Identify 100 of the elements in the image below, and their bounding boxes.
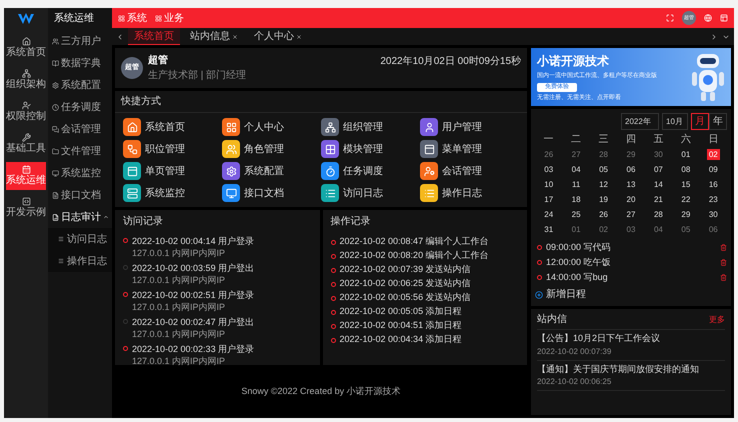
- calendar-day[interactable]: 21: [652, 194, 665, 205]
- shortcut-link[interactable]: 系统首页: [123, 118, 222, 136]
- calendar-day[interactable]: 22: [679, 194, 692, 205]
- submenu-item[interactable]: 任务调度: [48, 96, 112, 118]
- globe-icon[interactable]: [704, 14, 712, 22]
- mode-toggle[interactable]: 年: [709, 113, 727, 130]
- delete-icon[interactable]: [720, 274, 727, 281]
- calendar-day[interactable]: 03: [624, 224, 638, 235]
- calendar-day[interactable]: 06: [624, 164, 638, 175]
- calendar-day[interactable]: 08: [679, 164, 692, 175]
- submenu-item[interactable]: 会话管理: [48, 118, 112, 140]
- submenu-item[interactable]: 操作日志: [48, 250, 112, 272]
- page-tab[interactable]: 个人中心: [248, 28, 308, 45]
- page-tab[interactable]: 站内信息: [184, 28, 244, 45]
- shortcut-link[interactable]: 访问日志: [321, 184, 420, 202]
- calendar-day[interactable]: 24: [542, 209, 556, 220]
- calendar-day[interactable]: 29: [679, 209, 692, 220]
- calendar-day[interactable]: 11: [570, 179, 582, 190]
- submenu-item[interactable]: 日志审计: [48, 206, 112, 228]
- module-tab[interactable]: 系统: [118, 10, 147, 26]
- shortcut-link[interactable]: 模块管理: [321, 140, 420, 158]
- calendar-day[interactable]: 05: [679, 224, 692, 235]
- submenu-item[interactable]: 系统监控: [48, 162, 112, 184]
- submenu-item[interactable]: 数据字典: [48, 52, 112, 74]
- calendar-day[interactable]: 02: [597, 224, 610, 235]
- calendar-day[interactable]: 14: [652, 179, 665, 190]
- mode-toggle[interactable]: 月: [691, 113, 709, 130]
- rail-item[interactable]: 组织架构: [6, 66, 46, 94]
- calendar-day[interactable]: 17: [542, 194, 556, 205]
- calendar-day[interactable]: 01: [679, 149, 692, 160]
- shortcut-link[interactable]: 系统配置: [222, 162, 321, 180]
- calendar-day[interactable]: 10: [542, 179, 556, 190]
- calendar-day[interactable]: 05: [597, 164, 610, 175]
- calendar-day[interactable]: 27: [624, 209, 638, 220]
- calendar-day[interactable]: 28: [597, 149, 610, 160]
- calendar-day[interactable]: 15: [679, 179, 692, 190]
- submenu-item[interactable]: 文件管理: [48, 140, 112, 162]
- rail-item[interactable]: 基础工具: [6, 130, 46, 158]
- shortcut-link[interactable]: 个人中心: [222, 118, 321, 136]
- delete-icon[interactable]: [720, 259, 727, 266]
- add-schedule-button[interactable]: 新增日程: [535, 287, 727, 302]
- calendar-day[interactable]: 26: [597, 209, 610, 220]
- shortcut-link[interactable]: 用户管理: [420, 118, 519, 136]
- calendar-day[interactable]: 30: [706, 209, 720, 220]
- calendar-day[interactable]: 02: [706, 149, 720, 160]
- panel-title: 访问记录: [123, 214, 164, 229]
- calendar-day[interactable]: 25: [570, 209, 583, 220]
- chevron-left-icon[interactable]: [116, 32, 124, 40]
- calendar-day[interactable]: 01: [570, 224, 583, 235]
- shortcut-link[interactable]: 系统监控: [123, 184, 222, 202]
- shortcut-link[interactable]: 菜单管理: [420, 140, 519, 158]
- calendar-day[interactable]: 13: [624, 179, 638, 190]
- rail-item[interactable]: 权限控制: [6, 98, 46, 126]
- shortcut-link[interactable]: 会话管理: [420, 162, 519, 180]
- page-tab[interactable]: 系统首页: [128, 28, 180, 45]
- calendar-day[interactable]: 27: [570, 149, 583, 160]
- calendar-day[interactable]: 31: [542, 224, 556, 235]
- calendar-day[interactable]: 30: [652, 149, 665, 160]
- rail-item[interactable]: 系统首页: [6, 34, 46, 62]
- calendar-day[interactable]: 16: [706, 179, 720, 190]
- message-link[interactable]: 【公告】10月2日下午工作会议: [537, 332, 725, 346]
- calendar-day[interactable]: 03: [542, 164, 556, 175]
- year-select[interactable]: 2022年: [621, 113, 659, 130]
- fullscreen-icon[interactable]: [666, 14, 674, 22]
- calendar-day[interactable]: 19: [597, 194, 610, 205]
- shortcut-link[interactable]: 操作日志: [420, 184, 519, 202]
- calendar-day[interactable]: 09: [706, 164, 720, 175]
- calendar-day[interactable]: 07: [652, 164, 665, 175]
- calendar-day[interactable]: 04: [652, 224, 665, 235]
- close-icon[interactable]: [296, 34, 302, 40]
- close-icon[interactable]: [232, 34, 238, 40]
- calendar-day[interactable]: 06: [706, 224, 720, 235]
- grid-icon: [118, 14, 125, 22]
- month-select[interactable]: 10月: [662, 113, 688, 130]
- message-link[interactable]: 【通知】关于国庆节期间放假安排的通知: [537, 362, 725, 376]
- layout-icon[interactable]: [720, 14, 728, 22]
- calendar-day[interactable]: 20: [624, 194, 638, 205]
- submenu-item[interactable]: 访问日志: [48, 228, 112, 250]
- submenu-item[interactable]: 系统配置: [48, 74, 112, 96]
- shortcut-link[interactable]: 任务调度: [321, 162, 420, 180]
- calendar-day[interactable]: 26: [542, 149, 556, 160]
- more-link[interactable]: 更多: [709, 312, 725, 327]
- shortcut-link[interactable]: 单页管理: [123, 162, 222, 180]
- shortcut-link[interactable]: 职位管理: [123, 140, 222, 158]
- submenu-item[interactable]: 接口文档: [48, 184, 112, 206]
- shortcut-link[interactable]: 组织管理: [321, 118, 420, 136]
- calendar-day[interactable]: 04: [570, 164, 583, 175]
- calendar-day[interactable]: 18: [570, 194, 583, 205]
- delete-icon[interactable]: [720, 244, 727, 251]
- calendar-day[interactable]: 23: [706, 194, 720, 205]
- shortcut-link[interactable]: 接口文档: [222, 184, 321, 202]
- rail-item[interactable]: 开发示例: [6, 194, 46, 222]
- submenu-item[interactable]: 三方用户: [48, 30, 112, 52]
- rail-item[interactable]: 系统运维: [6, 162, 46, 190]
- module-tab[interactable]: 业务: [155, 10, 184, 26]
- calendar-day[interactable]: 28: [652, 209, 665, 220]
- calendar-day[interactable]: 12: [597, 179, 610, 190]
- shortcut-link[interactable]: 角色管理: [222, 140, 321, 158]
- calendar-day[interactable]: 29: [624, 149, 638, 160]
- chevron-right-icon[interactable]: [710, 32, 718, 40]
